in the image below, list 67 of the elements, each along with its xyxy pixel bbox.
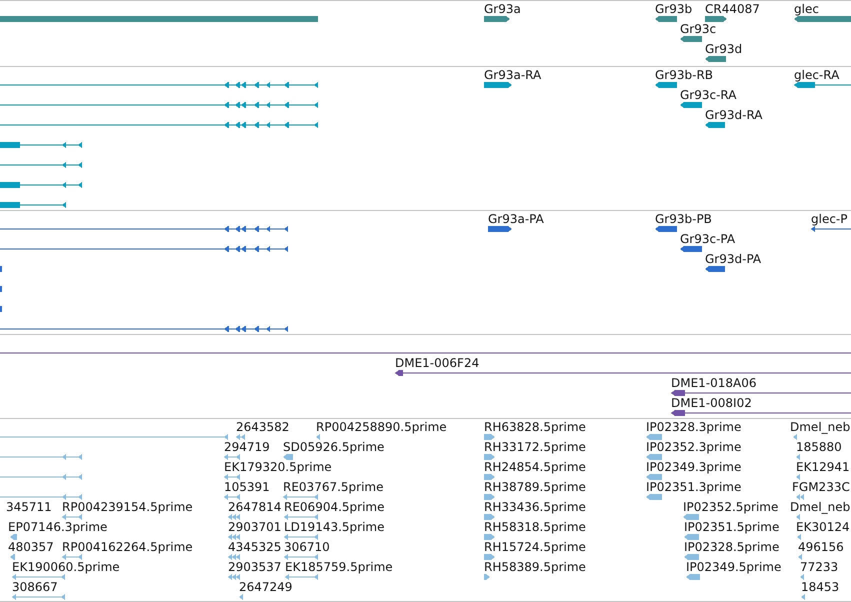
feature-label: RH33436.5prime xyxy=(484,500,586,514)
feature-label: 2643582 xyxy=(236,420,290,434)
feature-label: EK190060.5prime xyxy=(12,560,120,574)
feature-label: Gr93c xyxy=(680,22,716,36)
feature-label: glec-P xyxy=(811,212,848,226)
feature-label: RP004258890.5prime xyxy=(316,420,447,434)
feature-label: RP004239154.5prime xyxy=(62,500,193,514)
feature-label: 306710 xyxy=(284,540,330,554)
feature-label: RE06904.5prime xyxy=(284,500,384,514)
feature-label: 496156 xyxy=(798,540,844,554)
feature-label: glec-RA xyxy=(794,68,840,82)
feature-label: Gr93b xyxy=(655,2,692,16)
feature-label: 18453 xyxy=(801,580,840,594)
feature-label: IP02351.5prime xyxy=(684,520,780,534)
feature-label: 294719 xyxy=(224,440,270,454)
feature-label: Gr93c-PA xyxy=(680,232,736,246)
feature-label: 2903537 xyxy=(228,560,282,574)
feature-label: 2903701 xyxy=(228,520,282,534)
feature-label: RH24854.5prime xyxy=(484,460,586,474)
feature-label: RP004162264.5prime xyxy=(62,540,193,554)
feature-label: Gr93a-PA xyxy=(488,212,544,226)
feature-label: IP02349.5prime xyxy=(686,560,782,574)
feature-label: 2647814 xyxy=(228,500,282,514)
feature-label: IP02328.3prime xyxy=(646,420,742,434)
feature-label: RH63828.5prime xyxy=(484,420,586,434)
feature-label: RH33172.5prime xyxy=(484,440,586,454)
feature-label: RE03767.5prime xyxy=(283,480,384,494)
feature-label: 105391 xyxy=(224,480,270,494)
feature-label: EK179320.5prime xyxy=(224,460,332,474)
feature-label: IP02328.5prime xyxy=(684,540,780,554)
feature-label: DME1-008I02 xyxy=(671,396,752,410)
feature-label: glec xyxy=(794,2,819,16)
feature-label: 77233 xyxy=(800,560,838,574)
feature-label: 345711 xyxy=(6,500,52,514)
feature-label: Dmel_neb xyxy=(790,500,850,514)
feature-label: EK30124 xyxy=(796,520,850,534)
feature-label: SD05926.5prime xyxy=(283,440,384,454)
feature-label: IP02351.3prime xyxy=(646,480,742,494)
feature-label: Dmel_neb xyxy=(790,420,850,434)
feature-label: 2647249 xyxy=(239,580,292,594)
feature-label: RH38789.5prime xyxy=(484,480,586,494)
feature-label: Gr93b-RB xyxy=(655,68,714,82)
feature-label: 4345325 xyxy=(228,540,282,554)
feature-label: RH58318.5prime xyxy=(484,520,586,534)
feature-label: Gr93b-PB xyxy=(655,212,712,226)
feature-label: 480357 xyxy=(8,540,54,554)
feature-label: Gr93d-RA xyxy=(705,108,763,122)
feature-label: Gr93d-PA xyxy=(705,252,762,266)
feature-label: IP02349.3prime xyxy=(646,460,742,474)
feature-label: RH15724.5prime xyxy=(484,540,586,554)
feature-label: IP02352.3prime xyxy=(646,440,742,454)
feature-label: EP07146.3prime xyxy=(8,520,108,534)
feature-label: Gr93a xyxy=(484,2,521,16)
feature-label: LD19143.5prime xyxy=(284,520,385,534)
feature-label: EK12941 xyxy=(796,460,850,474)
feature-label: EK185759.5prime xyxy=(285,560,393,574)
feature-label: DME1-006F24 xyxy=(395,356,480,370)
feature-label: FGM233C xyxy=(792,480,850,494)
feature-label: Gr93d xyxy=(705,42,742,56)
feature-label: RH58389.5prime xyxy=(484,560,586,574)
feature-label: DME1-018A06 xyxy=(671,376,757,390)
feature-label: IP02352.5prime xyxy=(683,500,778,514)
feature-label: 308667 xyxy=(12,580,58,594)
feature-label: 185880 xyxy=(796,440,842,454)
feature-label: Gr93a-RA xyxy=(484,68,542,82)
feature-label: CR44087 xyxy=(705,2,760,16)
feature-label: Gr93c-RA xyxy=(680,88,736,102)
